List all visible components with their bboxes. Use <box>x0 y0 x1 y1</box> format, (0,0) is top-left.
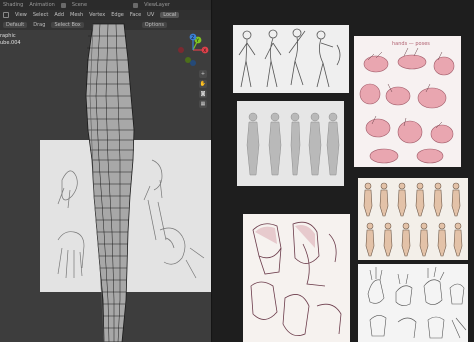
gizmo-x-label: X <box>203 48 206 54</box>
reference-turnaround[interactable] <box>237 101 344 186</box>
grid-icon[interactable]: ▦ <box>199 100 207 108</box>
reference-body-poses[interactable] <box>358 178 468 260</box>
reference-torso-studies[interactable] <box>243 214 350 342</box>
reference-hand-studies-pink[interactable]: hands — poses <box>354 36 461 167</box>
torso-studies-image <box>250 221 342 337</box>
camera-icon[interactable]: ◙ <box>199 90 207 98</box>
reference-board[interactable]: hands — poses <box>213 0 474 342</box>
gizmo-neg-x-axis[interactable] <box>178 47 184 53</box>
zoom-icon[interactable]: + <box>199 70 207 78</box>
gizmo-y-label: Y <box>195 38 199 44</box>
turnaround-image <box>246 112 340 176</box>
reference-hand-gestures[interactable] <box>358 264 468 342</box>
hand-studies-pink-image: hands — poses <box>359 41 455 164</box>
hand-studies-title: hands — poses <box>392 41 430 47</box>
reference-figure-sketches[interactable] <box>233 25 349 93</box>
figure-sketches-image <box>238 28 341 88</box>
pan-hand-icon[interactable]: ✋ <box>199 80 207 88</box>
hand-gestures-image <box>367 266 467 339</box>
gizmo-z-label: Z <box>191 35 194 41</box>
gizmo-neg-z-axis[interactable] <box>190 60 196 66</box>
navigation-gizmo[interactable]: X Y Z <box>175 32 211 68</box>
gizmo-neg-y-axis[interactable] <box>185 57 191 63</box>
blender-viewport[interactable]: Shading Animation Scene ViewLayer View S… <box>0 0 212 342</box>
body-poses-image <box>363 182 463 257</box>
